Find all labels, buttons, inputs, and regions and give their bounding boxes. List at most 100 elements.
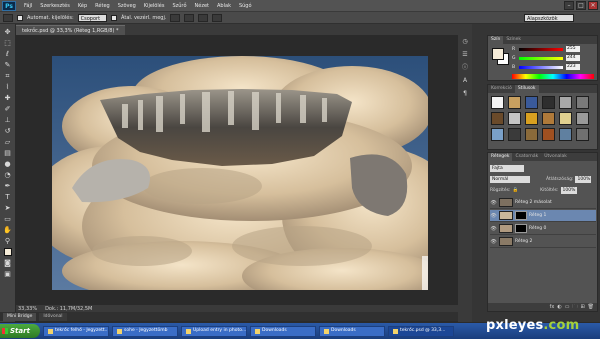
color-slider-green[interactable]: G 244: [512, 55, 594, 61]
history-brush-tool-icon[interactable]: ↺: [3, 127, 13, 135]
style-preset-swatch[interactable]: [525, 128, 538, 141]
menu-type[interactable]: Szöveg: [114, 0, 140, 12]
style-preset-swatch[interactable]: [491, 112, 504, 125]
new-layer-icon[interactable]: ⊞: [580, 303, 584, 311]
zoom-tool-icon[interactable]: ⚲: [3, 237, 13, 245]
channel-value[interactable]: 255: [566, 46, 580, 52]
move-tool-icon[interactable]: ✥: [3, 28, 13, 36]
taskbar-button[interactable]: tekrőc.psd @ 33,3...: [388, 325, 454, 337]
style-preset-swatch[interactable]: [508, 128, 521, 141]
tab-channels[interactable]: Csatornák: [512, 153, 541, 161]
layer-row[interactable]: 👁 Réteg 2: [490, 236, 596, 248]
layer-row[interactable]: 👁 Réteg 2 másolat: [490, 197, 596, 209]
blend-mode-dropdown[interactable]: Normál: [490, 176, 530, 183]
eraser-tool-icon[interactable]: ▱: [3, 138, 13, 146]
workspace-dropdown[interactable]: Alapszközök: [524, 14, 574, 22]
gradient-tool-icon[interactable]: ▤: [3, 149, 13, 157]
document-canvas[interactable]: [52, 56, 428, 290]
mask-icon[interactable]: ◐: [557, 303, 561, 311]
info-icon[interactable]: ⓘ: [461, 64, 469, 71]
auto-select-checkbox[interactable]: [17, 14, 23, 21]
style-preset-swatch[interactable]: [559, 96, 572, 109]
layer-kind-filter[interactable]: Fajta: [490, 165, 524, 172]
visibility-eye-icon[interactable]: 👁: [490, 226, 497, 232]
fx-icon[interactable]: fx: [550, 303, 555, 311]
style-preset-swatch[interactable]: [525, 96, 538, 109]
folder-icon[interactable]: 🗀: [572, 303, 577, 311]
adjustment-icon[interactable]: ▭: [565, 303, 570, 311]
start-button[interactable]: Start: [0, 324, 40, 338]
paragraph-icon[interactable]: ¶: [461, 90, 469, 97]
align-icon[interactable]: [184, 13, 195, 22]
style-preset-swatch[interactable]: [508, 112, 521, 125]
auto-select-dropdown[interactable]: Csoport: [77, 13, 108, 22]
style-preset-swatch[interactable]: [491, 128, 504, 141]
visibility-eye-icon[interactable]: 👁: [490, 213, 497, 219]
layer-row[interactable]: 👁 Réteg 0: [490, 223, 596, 235]
pen-tool-icon[interactable]: ✒: [3, 182, 13, 190]
zoom-level[interactable]: 33,33%: [18, 306, 37, 312]
lasso-tool-icon[interactable]: ℓ: [3, 50, 13, 58]
dodge-tool-icon[interactable]: ◔: [3, 171, 13, 179]
menu-window[interactable]: Ablak: [213, 0, 235, 12]
properties-icon[interactable]: ☰: [461, 51, 469, 58]
menu-help[interactable]: Súgó: [235, 0, 256, 12]
shape-tool-icon[interactable]: ▭: [3, 215, 13, 223]
menu-filter[interactable]: Szűrő: [168, 0, 190, 12]
blur-tool-icon[interactable]: ●: [3, 160, 13, 168]
screen-mode-icon[interactable]: ▣: [3, 270, 13, 278]
menu-view[interactable]: Nézet: [191, 0, 213, 12]
path-select-tool-icon[interactable]: ➤: [3, 204, 13, 212]
close-button[interactable]: ✕: [588, 1, 598, 10]
tab-adjustments[interactable]: Korrekció: [488, 85, 515, 93]
layer-row[interactable]: 👁 Réteg 1: [490, 210, 596, 222]
layer-mask-thumbnail[interactable]: [515, 224, 527, 233]
taskbar-button[interactable]: Upload entry in photo...: [181, 325, 247, 337]
distribute-icon[interactable]: [212, 13, 223, 22]
quick-mask-icon[interactable]: ◙: [3, 259, 13, 267]
menu-image[interactable]: Kép: [74, 0, 91, 12]
foreground-color-swatch[interactable]: [492, 48, 504, 60]
quick-select-tool-icon[interactable]: ✎: [3, 61, 13, 69]
color-slider-blue[interactable]: B 223: [512, 64, 594, 70]
type-tool-icon[interactable]: T: [3, 193, 13, 201]
style-preset-swatch[interactable]: [559, 112, 572, 125]
hand-tool-icon[interactable]: ✋: [3, 226, 13, 234]
brush-tool-icon[interactable]: ✐: [3, 105, 13, 113]
slider-track[interactable]: [519, 65, 563, 69]
channel-value[interactable]: 244: [566, 55, 580, 61]
tab-timeline[interactable]: Idővonal: [39, 312, 67, 321]
visibility-eye-icon[interactable]: 👁: [490, 200, 497, 206]
tab-swatches[interactable]: Színek: [503, 36, 524, 44]
taskbar-button[interactable]: Downloads: [250, 325, 316, 337]
visibility-eye-icon[interactable]: 👁: [490, 239, 497, 245]
style-preset-swatch[interactable]: [542, 96, 555, 109]
marquee-tool-icon[interactable]: ⬚: [3, 39, 13, 47]
trash-icon[interactable]: 🗑: [588, 303, 594, 311]
stamp-tool-icon[interactable]: ⊥: [3, 116, 13, 124]
menu-file[interactable]: Fájl: [20, 0, 36, 12]
tab-styles[interactable]: Stílusok: [514, 85, 539, 93]
tab-paths[interactable]: Útvonalak: [541, 153, 570, 161]
foreground-color-swatch[interactable]: [3, 248, 12, 256]
menu-select[interactable]: Kijelölés: [140, 0, 169, 12]
tab-layers[interactable]: Rétegek: [488, 153, 513, 161]
taskbar-button[interactable]: Downloads: [319, 325, 385, 337]
maximize-button[interactable]: □: [576, 1, 586, 10]
style-preset-swatch[interactable]: [576, 96, 589, 109]
eyedropper-tool-icon[interactable]: ⌇: [3, 83, 13, 91]
style-preset-swatch[interactable]: [525, 112, 538, 125]
fill-input[interactable]: 100%: [560, 187, 577, 194]
minimize-button[interactable]: –: [564, 1, 574, 10]
crop-tool-icon[interactable]: ⌗: [3, 72, 13, 80]
layer-mask-thumbnail[interactable]: [515, 211, 527, 220]
align-icon[interactable]: [170, 13, 181, 22]
style-preset-swatch[interactable]: [576, 128, 589, 141]
style-preset-swatch[interactable]: [508, 96, 521, 109]
color-slider-red[interactable]: R 255: [512, 46, 594, 52]
color-spectrum-ramp[interactable]: [512, 74, 594, 79]
move-tool-icon[interactable]: [3, 13, 13, 22]
style-preset-swatch[interactable]: [542, 128, 555, 141]
taskbar-button[interactable]: sohe - Jegyzettömb: [112, 325, 178, 337]
menu-edit[interactable]: Szerkesztés: [36, 0, 74, 12]
